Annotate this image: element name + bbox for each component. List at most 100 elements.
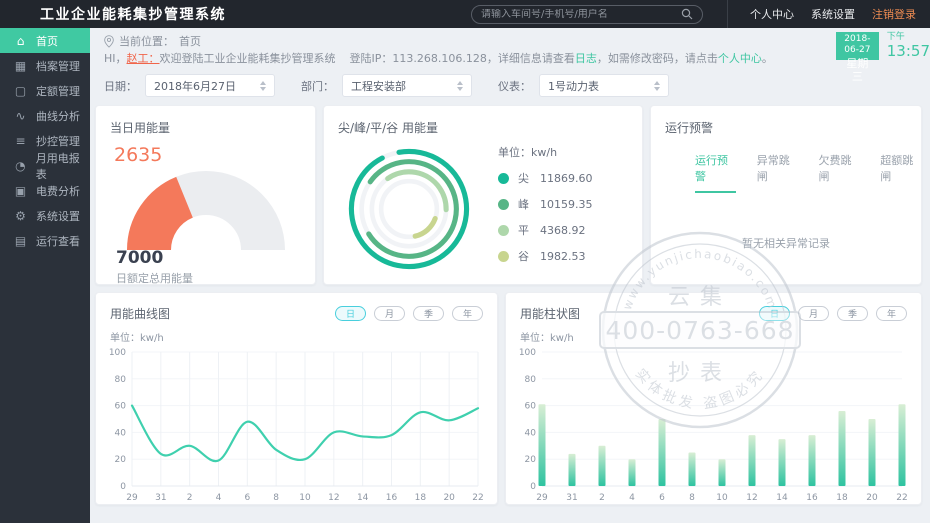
svg-text:14: 14 bbox=[776, 493, 788, 503]
svg-text:12: 12 bbox=[328, 493, 339, 503]
sidebar-item-curve[interactable]: ∿ 曲线分析 bbox=[0, 103, 90, 128]
meter-filter: 仪表： 1号动力表 bbox=[498, 74, 669, 97]
tab-over-quota-trip[interactable]: 超额跳闸 bbox=[880, 152, 921, 193]
svg-text:80: 80 bbox=[115, 375, 127, 385]
legend-name: 平 bbox=[518, 224, 529, 237]
sidebar-item-settings[interactable]: ⚙ 系统设置 bbox=[0, 203, 90, 228]
svg-text:10: 10 bbox=[299, 493, 311, 503]
date-select[interactable]: 2018年6月27日 bbox=[145, 74, 275, 97]
gauge-max-label: 日额定总用能量 bbox=[116, 272, 193, 285]
bar-chart: 0 20 40 60 80 100 29 31 2 4 6 8 10 12 14 16 18 20 22 bbox=[519, 348, 908, 503]
system-settings-link[interactable]: 系统设置 bbox=[811, 6, 855, 22]
legend-dot bbox=[498, 198, 509, 210]
svg-text:20: 20 bbox=[115, 455, 127, 465]
user-center-link[interactable]: 个人中心 bbox=[750, 6, 794, 22]
range-day-button[interactable]: 日 bbox=[334, 306, 366, 321]
donut-chart bbox=[348, 148, 470, 270]
range-day-button[interactable]: 日 bbox=[758, 306, 790, 321]
time-display: 下午 13:57 bbox=[879, 32, 930, 60]
department-filter-label: 部门： bbox=[301, 79, 334, 93]
department-select-value: 工程安装部 bbox=[351, 79, 406, 93]
report-icon: ◔ bbox=[15, 158, 26, 173]
legend-value: 1982.53 bbox=[540, 249, 586, 263]
department-select[interactable]: 工程安装部 bbox=[342, 74, 472, 97]
app-header: 工业企业能耗集抄管理系统 个人中心 系统设置 注销登录 bbox=[0, 0, 930, 28]
spinner-arrows-icon[interactable] bbox=[654, 80, 660, 91]
svg-text:40: 40 bbox=[525, 428, 537, 438]
gauge-max-value: 7000 bbox=[116, 248, 164, 268]
alerts-title: 运行预警 bbox=[665, 121, 714, 135]
line-range-buttons: 日 月 季 年 bbox=[334, 306, 483, 321]
greeting-prefix: HI， bbox=[104, 52, 127, 65]
line-chart-title: 用能曲线图 bbox=[110, 307, 171, 321]
svg-text:2: 2 bbox=[599, 493, 605, 503]
date-filter: 日期： 2018年6月27日 bbox=[104, 74, 275, 97]
svg-text:10: 10 bbox=[716, 493, 728, 503]
svg-text:60: 60 bbox=[115, 402, 127, 412]
svg-text:22: 22 bbox=[896, 493, 907, 503]
sidebar-item-label: 首页 bbox=[36, 34, 58, 48]
log-link[interactable]: 日志 bbox=[575, 52, 597, 65]
date-badge: 2018-06-27 星期三 bbox=[836, 32, 879, 83]
svg-text:14: 14 bbox=[357, 493, 369, 503]
svg-text:18: 18 bbox=[415, 493, 427, 503]
range-month-button[interactable]: 月 bbox=[373, 306, 405, 321]
date-select-value: 2018年6月27日 bbox=[154, 79, 236, 93]
breadcrumb-current: 首页 bbox=[179, 35, 201, 48]
personal-center-link[interactable]: 个人中心 bbox=[718, 52, 762, 65]
sidebar-item-label: 定额管理 bbox=[36, 84, 80, 98]
meter-select[interactable]: 1号动力表 bbox=[539, 74, 669, 97]
svg-text:6: 6 bbox=[659, 493, 665, 503]
alerts-tabs: 运行预警 异常跳闸 欠费跳闸 超额跳闸 bbox=[651, 136, 921, 193]
home-icon: ⌂ bbox=[16, 33, 25, 48]
tab-run-alert[interactable]: 运行预警 bbox=[695, 152, 736, 193]
energy-curve-card: 用能曲线图 日 月 季 年 单位：kw/h 0 20 40 60 80 100 29 31 2 4… bbox=[95, 292, 498, 505]
range-quarter-button[interactable]: 季 bbox=[412, 306, 444, 321]
greeting-welcome: 欢迎登陆工业企业能耗集抄管理系统 bbox=[159, 52, 336, 65]
svg-text:20: 20 bbox=[525, 455, 537, 465]
gauge-chart bbox=[127, 171, 285, 252]
legend-value: 11869.60 bbox=[540, 171, 593, 185]
range-month-button[interactable]: 月 bbox=[797, 306, 829, 321]
legend-dot bbox=[498, 250, 509, 262]
top-nav: 个人中心 系统设置 注销登录 bbox=[727, 0, 916, 28]
meter-select-value: 1号动力表 bbox=[548, 79, 599, 93]
sidebar-item-home[interactable]: ⌂ 首页 bbox=[0, 28, 90, 53]
svg-text:80: 80 bbox=[525, 375, 537, 385]
weekday-value: 星期三 bbox=[846, 56, 869, 84]
sidebar-item-report[interactable]: ◔ 月用电报表 bbox=[0, 152, 90, 181]
tab-arrears-trip[interactable]: 欠费跳闸 bbox=[819, 152, 860, 193]
legend-item: 谷 1982.53 bbox=[498, 248, 593, 264]
range-quarter-button[interactable]: 季 bbox=[836, 306, 868, 321]
legend-value: 10159.35 bbox=[540, 197, 593, 211]
svg-text:100: 100 bbox=[109, 348, 126, 358]
legend-name: 尖 bbox=[518, 172, 529, 185]
sidebar-item-quota[interactable]: ▢ 定额管理 bbox=[0, 78, 90, 103]
date-value: 2018-06-27 bbox=[844, 34, 871, 56]
range-year-button[interactable]: 年 bbox=[875, 306, 907, 321]
greeting-line: HI，赵工：欢迎登陆工业企业能耗集抄管理系统 登陆IP：113.268.106.1… bbox=[104, 50, 773, 66]
search-input[interactable] bbox=[481, 8, 681, 20]
svg-text:40: 40 bbox=[115, 428, 127, 438]
sidebar-item-label: 运行查看 bbox=[36, 234, 80, 248]
logout-link[interactable]: 注销登录 bbox=[872, 6, 916, 22]
search-icon[interactable] bbox=[681, 8, 693, 20]
svg-text:16: 16 bbox=[806, 493, 818, 503]
tab-abnormal-trip[interactable]: 异常跳闸 bbox=[757, 152, 798, 193]
sidebar-item-monitor[interactable]: ▤ 运行查看 bbox=[0, 228, 90, 253]
svg-text:0: 0 bbox=[120, 482, 126, 492]
login-ip-text: 登陆IP：113.268.106.128，详细信息请查看 bbox=[349, 52, 575, 65]
svg-text:20: 20 bbox=[866, 493, 878, 503]
alerts-empty-text: 暂无相关异常记录 bbox=[742, 237, 830, 250]
spinner-arrows-icon[interactable] bbox=[457, 80, 463, 91]
energy-bar-card: 用能柱状图 日 月 季 年 单位：kw/h 0 20 40 60 80 100 29 31 2 4… bbox=[505, 292, 922, 505]
breadcrumb: 当前位置： 首页 bbox=[104, 33, 201, 49]
user-name-link[interactable]: 赵工： bbox=[127, 52, 160, 65]
sidebar-item-billing[interactable]: ▣ 电费分析 bbox=[0, 178, 90, 203]
spinner-arrows-icon[interactable] bbox=[260, 80, 266, 91]
sidebar-item-label: 曲线分析 bbox=[36, 109, 80, 123]
legend-name: 谷 bbox=[518, 250, 529, 263]
search-box[interactable] bbox=[471, 4, 703, 24]
sidebar-item-archive[interactable]: ▦ 档案管理 bbox=[0, 53, 90, 78]
range-year-button[interactable]: 年 bbox=[451, 306, 483, 321]
